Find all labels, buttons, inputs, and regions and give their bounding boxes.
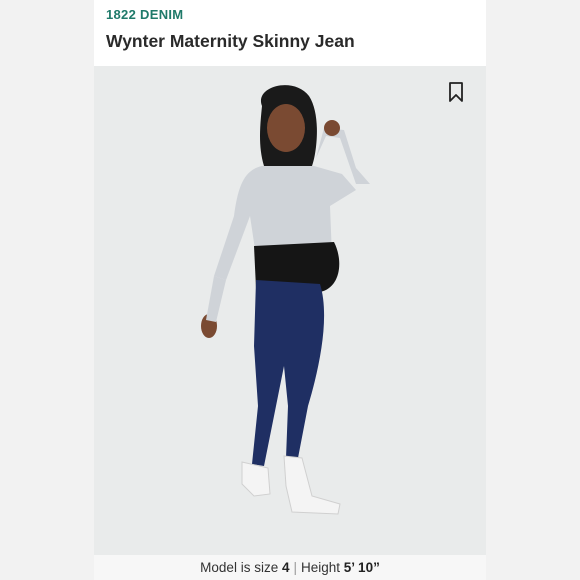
listing-card: 1822 DENIM Wynter Maternity Skinny Jean — [94, 0, 486, 580]
model-height-label: Height — [301, 560, 341, 575]
model-size-value: 4 — [281, 560, 290, 575]
model-height-value: 5’ 10” — [343, 560, 380, 575]
product-title: Wynter Maternity Skinny Jean — [106, 31, 355, 51]
bookmark-icon[interactable] — [448, 82, 464, 102]
product-photo — [94, 66, 486, 555]
brand-name[interactable]: 1822 DENIM — [106, 7, 183, 22]
model-illustration — [201, 85, 370, 515]
model-info-bar: Model is size 4 | Height 5’ 10” — [94, 555, 486, 580]
model-info-separator: | — [293, 560, 297, 575]
model-size-label: Model is size — [200, 560, 279, 575]
